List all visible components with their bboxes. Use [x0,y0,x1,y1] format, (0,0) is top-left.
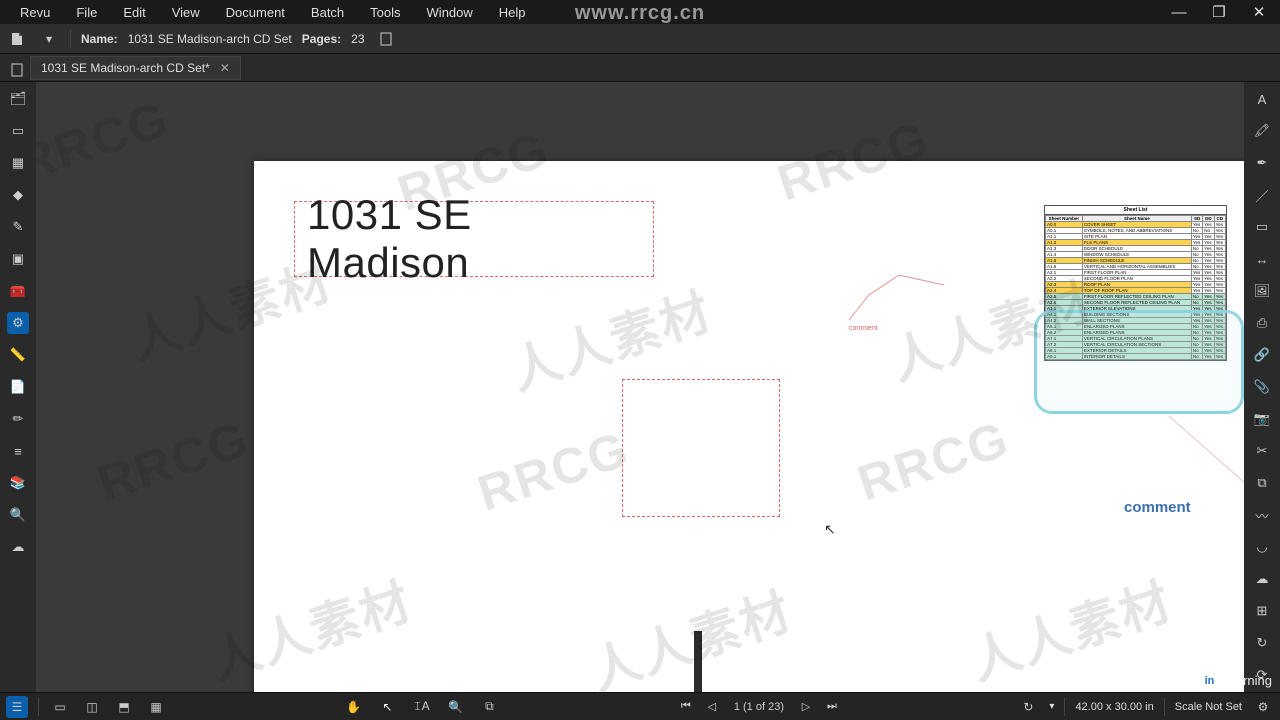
sketch-icon[interactable]: ✏ [7,408,29,430]
leader-line [1164,411,1244,511]
document-name: 1031 SE Madison-arch CD Set [128,32,292,46]
view-multi-icon[interactable]: ▦ [145,696,167,718]
cut-tool-icon[interactable]: ✂ [1251,440,1273,462]
pages-value: 23 [351,32,364,46]
hyperlink-tool-icon[interactable]: 🔗 [1251,344,1273,366]
open-file-icon[interactable] [6,28,28,50]
name-label: Name: [81,32,118,46]
view-single-icon[interactable]: ▭ [49,696,71,718]
comment-label-big[interactable]: comment [1124,499,1191,516]
menu-file[interactable]: File [64,3,109,22]
new-page-icon[interactable] [375,28,397,50]
nav-prev-icon[interactable]: ◁ [702,700,722,713]
tab-close-icon[interactable]: ✕ [220,61,230,75]
image-tool-icon[interactable]: 🖼 [1251,280,1273,302]
menu-revu[interactable]: Revu [8,3,62,22]
cloud-tool-icon[interactable]: ☁ [1251,568,1273,590]
signatures-icon[interactable]: ✎ [7,216,29,238]
page-navigator: ⏮ ◁ 1 (1 of 23) ▷ ⏭ [676,700,842,713]
status-bar: ☰ ▭ ◫ ⬒ ▦ ✋ ↖ 𝙸A 🔍 ⧉ ⏮ ◁ 1 (1 of 23) ▷ ⏭… [0,692,1280,720]
building-render [254,631,1244,692]
page-indicator[interactable]: 1 (1 of 23) [728,701,790,713]
menu-edit[interactable]: Edit [111,3,157,22]
page-title: 1031 SE Madison [307,191,641,287]
view-split-h-icon[interactable]: ⬒ [113,696,135,718]
sets-icon[interactable]: 📚 [7,472,29,494]
stamp-tool-icon[interactable]: ⎙ [1251,312,1273,334]
document-icon[interactable]: 📄 [7,376,29,398]
snapshot-tool-icon[interactable]: 📷 [1251,408,1273,430]
window-maximize[interactable]: ❐ [1206,3,1232,21]
cloud-markup[interactable] [1034,310,1244,414]
measure-icon[interactable]: 📏 [7,344,29,366]
title-markup[interactable]: 1031 SE Madison [294,201,654,277]
watermark: RRCG [36,89,176,192]
document-tab-icon[interactable] [6,59,28,81]
menu-window[interactable]: Window [415,3,485,22]
compare-tool-icon[interactable]: ⧉ [1251,472,1273,494]
reuse-icon[interactable]: ↻ [1251,632,1273,654]
panel-access-icon[interactable]: ☰ [6,696,28,718]
file-access-icon[interactable]: 🗂 [7,88,29,110]
document-info-bar: ▾ Name: 1031 SE Madison-arch CD Set Page… [0,24,1280,54]
highlight-tool-icon[interactable]: 🖍 [1251,120,1273,142]
watermark: RRCG [91,409,257,512]
dimension-tool-icon[interactable]: ↔ [1251,248,1273,270]
pan-tool-icon[interactable]: ✋ [342,696,364,718]
menu-document[interactable]: Document [214,3,297,22]
text-select-tool-icon[interactable]: 𝙸A [410,696,432,718]
line-tool-icon[interactable]: ／ [1251,184,1273,206]
sheet-list-title: Sheet List [1045,206,1226,215]
nav-next-icon[interactable]: ▷ [796,700,816,713]
mouse-cursor: ↖ [824,521,836,538]
pdf-page: 1031 SE Madison comment Sheet List Sheet… [254,161,1244,692]
nav-last-icon[interactable]: ⏭ [822,700,842,713]
open-dropdown-icon[interactable]: ▾ [38,28,60,50]
left-panel-bar: 🗂 ▭ ▦ ◆ ✎ ▣ 🧰 ⚙ 📏 📄 ✏ ≡ 📚 🔍 ☁ [0,82,36,692]
window-minimize[interactable]: — [1166,4,1192,21]
snap-icon[interactable]: ⊞ [1251,600,1273,622]
polyline-tool-icon[interactable]: 〰 [1251,504,1273,526]
document-canvas[interactable]: 1031 SE Madison comment Sheet List Sheet… [36,82,1244,692]
pen-tool-icon[interactable]: ✒ [1251,152,1273,174]
thumbnails-icon[interactable]: ▭ [7,120,29,142]
properties-icon[interactable]: ⚙ [7,312,29,334]
scale-status[interactable]: Scale Not Set [1175,701,1242,713]
nav-first-icon[interactable]: ⏮ [676,700,696,713]
forms-icon[interactable]: ▣ [7,248,29,270]
rectangle-markup[interactable] [622,379,780,517]
page-dimensions: 42.00 x 30.00 in [1075,701,1153,713]
scale-settings-icon[interactable]: ⚙ [1252,696,1274,718]
menu-help[interactable]: Help [487,3,538,22]
linkedin-learning-badge: LinkedinLearning [1159,673,1272,688]
layers-icon[interactable]: ◆ [7,184,29,206]
document-tab[interactable]: 1031 SE Madison-arch CD Set* ✕ [30,56,241,80]
shapes-tool-icon[interactable]: ▭ [1251,216,1273,238]
attach-tool-icon[interactable]: 📎 [1251,376,1273,398]
window-close[interactable]: ✕ [1246,3,1272,21]
undo-icon[interactable]: ↻ [1017,696,1039,718]
search-icon[interactable]: 🔍 [7,504,29,526]
view-split-v-icon[interactable]: ◫ [81,696,103,718]
right-tool-bar: A🖍✒／▭↔🖼⎙🔗📎📷✂⧉〰◡☁⊞↻⟳ [1244,82,1280,692]
grid-icon[interactable]: ▦ [7,152,29,174]
select-tool-icon[interactable]: ↖ [376,696,398,718]
align-icon[interactable]: ≡ [7,440,29,462]
menu-batch[interactable]: Batch [299,3,356,22]
zoom-rect-tool-icon[interactable]: ⧉ [478,696,500,718]
menu-view[interactable]: View [160,3,212,22]
studio-icon[interactable]: ☁ [7,536,29,558]
arc-tool-icon[interactable]: ◡ [1251,536,1273,558]
pages-label: Pages: [302,32,341,46]
comment-label-small[interactable]: comment [849,325,878,332]
watermark-url: www.rrcg.cn [575,2,705,25]
polyline-markup[interactable] [849,275,949,325]
toolchest-icon[interactable]: 🧰 [7,280,29,302]
text-tool-icon[interactable]: A [1251,88,1273,110]
menu-tools[interactable]: Tools [358,3,412,22]
zoom-tool-icon[interactable]: 🔍 [444,696,466,718]
tab-bar: 1031 SE Madison-arch CD Set* ✕ [0,54,1280,82]
tab-label: 1031 SE Madison-arch CD Set* [41,61,210,75]
